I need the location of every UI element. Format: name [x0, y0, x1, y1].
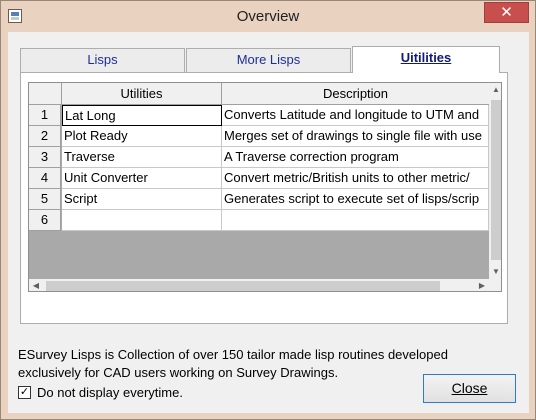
- vertical-scrollbar[interactable]: ▲ ▼: [489, 83, 501, 279]
- row-number[interactable]: 1: [29, 105, 61, 126]
- grid-header: Utilities Description: [29, 83, 501, 105]
- table-row[interactable]: 4 Unit Converter Convert metric/British …: [29, 168, 501, 189]
- tab-uitilities[interactable]: Uitilities: [352, 46, 500, 73]
- description-cell[interactable]: Merges set of drawings to single file wi…: [222, 126, 489, 147]
- tab-strip: Lisps More Lisps Uitilities: [20, 46, 500, 73]
- description-cell[interactable]: [222, 210, 489, 231]
- utility-name-cell[interactable]: Traverse: [62, 147, 222, 168]
- description-cell[interactable]: Convert metric/British units to other me…: [222, 168, 489, 189]
- close-button-label: Close: [451, 380, 488, 396]
- title-bar[interactable]: Overview ✕: [1, 1, 535, 32]
- scrollbar-corner: [489, 279, 501, 291]
- dialog-client-area: Lisps More Lisps Uitilities Utilities De…: [8, 32, 529, 413]
- scroll-left-arrow-icon[interactable]: ◀: [29, 279, 43, 291]
- description-cell[interactable]: Converts Latitude and longitude to UTM a…: [222, 105, 489, 126]
- row-number[interactable]: 6: [29, 210, 61, 231]
- row-number[interactable]: 5: [29, 189, 61, 210]
- tab-uitilities-label: Uitilities: [400, 50, 452, 65]
- product-description: ESurvey Lisps is Collection of over 150 …: [18, 347, 448, 380]
- tab-more-lisps[interactable]: More Lisps: [186, 48, 351, 72]
- scroll-up-arrow-icon[interactable]: ▲: [489, 83, 501, 97]
- column-header-utilities[interactable]: Utilities: [62, 83, 222, 105]
- description-cell[interactable]: Generates script to execute set of lisps…: [222, 189, 489, 210]
- overview-window: Overview ✕ Lisps More Lisps Uitilities U…: [0, 0, 536, 420]
- table-row[interactable]: 5 Script Generates script to execute set…: [29, 189, 501, 210]
- table-row[interactable]: 6: [29, 210, 501, 231]
- utility-name-cell[interactable]: Script: [62, 189, 222, 210]
- row-number[interactable]: 2: [29, 126, 61, 147]
- horizontal-scrollbar[interactable]: ◀ ▶: [29, 279, 489, 291]
- tab-panel: Utilities Description 1 Lat Long Convert…: [20, 72, 508, 324]
- window-close-button[interactable]: ✕: [484, 2, 529, 23]
- row-number[interactable]: 4: [29, 168, 61, 189]
- window-title: Overview: [236, 8, 300, 25]
- close-button[interactable]: Close: [423, 374, 516, 403]
- do-not-display-checkbox[interactable]: ✓: [18, 386, 31, 399]
- scroll-right-arrow-icon[interactable]: ▶: [475, 279, 489, 291]
- tab-more-lisps-label: More Lisps: [236, 52, 301, 67]
- column-header-description[interactable]: Description: [222, 83, 489, 105]
- vertical-scroll-thumb[interactable]: [491, 100, 501, 260]
- utility-name-cell[interactable]: Plot Ready: [62, 126, 222, 147]
- table-row[interactable]: 1 Lat Long Converts Latitude and longitu…: [29, 105, 501, 126]
- row-header-corner: [29, 83, 62, 105]
- description-cell[interactable]: A Traverse correction program: [222, 147, 489, 168]
- utility-name-cell[interactable]: Lat Long: [62, 105, 222, 126]
- row-number[interactable]: 3: [29, 147, 61, 168]
- table-row[interactable]: 3 Traverse A Traverse correction program: [29, 147, 501, 168]
- tab-lisps-label: Lisps: [87, 52, 118, 67]
- utility-name-cell[interactable]: [62, 210, 222, 231]
- do-not-display-label[interactable]: Do not display everytime.: [37, 385, 183, 400]
- horizontal-scroll-thumb[interactable]: [46, 281, 440, 291]
- utility-name-cell[interactable]: Unit Converter: [62, 168, 222, 189]
- scroll-down-arrow-icon[interactable]: ▼: [489, 265, 501, 279]
- table-row[interactable]: 2 Plot Ready Merges set of drawings to s…: [29, 126, 501, 147]
- utilities-grid: Utilities Description 1 Lat Long Convert…: [28, 82, 502, 292]
- tab-lisps[interactable]: Lisps: [20, 48, 185, 72]
